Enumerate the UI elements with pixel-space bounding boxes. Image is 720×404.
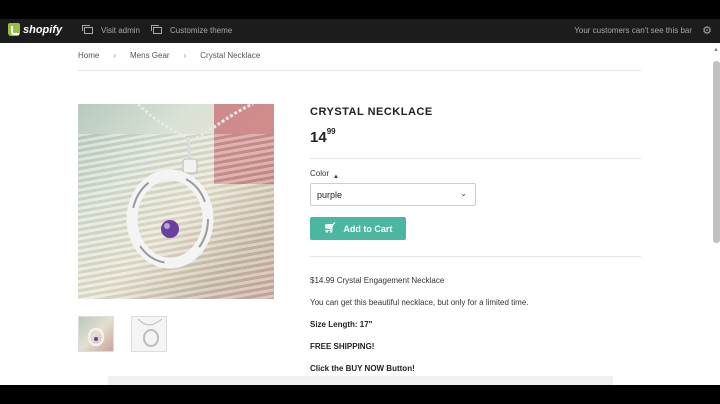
add-to-cart-label: Add to Cart — [343, 223, 393, 234]
breadcrumb: Home › Mens Gear › Crystal Necklace — [78, 51, 260, 60]
breadcrumb-separator: › — [183, 51, 187, 60]
customize-theme-link[interactable]: Customize theme — [151, 25, 233, 35]
description-line: $14.99 Crystal Engagement Necklace — [310, 276, 445, 285]
shopify-logo[interactable]: shopify — [8, 23, 62, 36]
cart-icon: 🛒︎ — [323, 223, 337, 234]
window-icon — [151, 25, 162, 34]
product-price: 1499 — [310, 127, 336, 146]
chevron-down-icon: ⌄ — [460, 189, 467, 198]
page-bottom-overlay — [108, 376, 613, 385]
breadcrumb-current: Crystal Necklace — [200, 51, 261, 60]
breadcrumb-home[interactable]: Home — [78, 51, 99, 60]
gear-icon[interactable]: ⚙ — [702, 24, 712, 37]
breadcrumb-mens-gear[interactable]: Mens Gear — [130, 51, 170, 60]
buy-now-text: Click the BUY NOW Button! — [310, 364, 415, 373]
breadcrumb-divider — [78, 70, 641, 71]
color-select[interactable]: purple ⌄ — [310, 183, 476, 206]
visit-admin-label: Visit admin — [101, 26, 140, 35]
visit-admin-link[interactable]: Visit admin — [82, 25, 140, 35]
thumbnail-necklace-icon — [87, 327, 105, 347]
shopify-admin-bar: shopify Visit admin Customize theme Your… — [0, 19, 720, 43]
mouse-cursor-icon: ▲ — [333, 174, 339, 180]
breadcrumb-separator: › — [113, 51, 117, 60]
free-shipping-text: FREE SHIPPING! — [310, 342, 375, 351]
product-thumbnail[interactable] — [78, 316, 114, 352]
color-select-value: purple — [317, 190, 343, 200]
price-whole: 14 — [310, 129, 327, 146]
product-page: ▲ Home › Mens Gear › Crystal Necklace CR… — [0, 43, 720, 385]
add-to-cart-button[interactable]: 🛒︎ Add to Cart — [310, 217, 406, 240]
shopify-bag-icon — [8, 23, 20, 36]
product-image[interactable] — [78, 104, 274, 299]
size-length-text: Size Length: 17" — [310, 320, 373, 329]
product-thumbnail[interactable] — [131, 316, 167, 352]
description-divider — [310, 256, 641, 257]
thumbnail-necklace-icon — [137, 318, 163, 347]
description-line: You can get this beautiful necklace, but… — [310, 298, 529, 307]
admin-bar-notice: Your customers can't see this bar — [574, 26, 692, 35]
browser-frame: shopify Visit admin Customize theme Your… — [0, 0, 720, 404]
price-cents: 99 — [326, 127, 336, 136]
window-icon — [82, 25, 93, 34]
scrollbar-thumb[interactable] — [713, 61, 720, 243]
shopify-logo-text: shopify — [23, 23, 63, 36]
color-label: Color — [310, 169, 330, 178]
scroll-up-icon[interactable]: ▲ — [713, 47, 719, 53]
customize-theme-label: Customize theme — [170, 26, 233, 35]
product-title: CRYSTAL NECKLACE — [310, 106, 433, 118]
necklace-pendant-icon — [126, 104, 254, 269]
price-divider — [310, 158, 641, 159]
